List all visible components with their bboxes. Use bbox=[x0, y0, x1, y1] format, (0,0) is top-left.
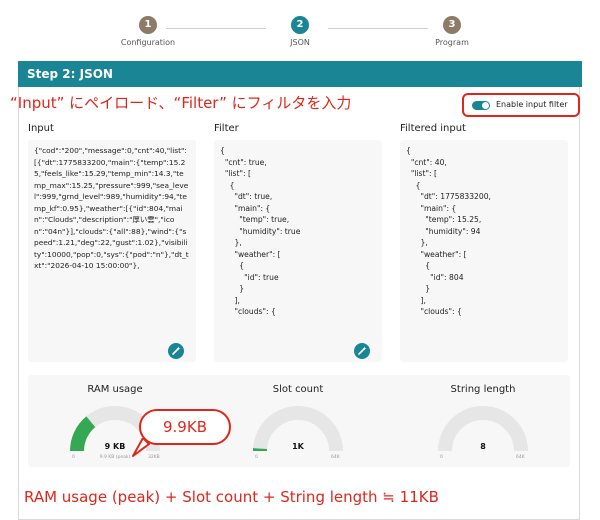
magic-wand-icon[interactable] bbox=[168, 343, 184, 359]
gauge-value: 1K bbox=[292, 442, 304, 451]
gauge-title: String length bbox=[450, 384, 516, 395]
step-number: 3 bbox=[443, 16, 461, 34]
toggle-label: Enable input filter bbox=[496, 100, 568, 109]
magic-wand-icon[interactable] bbox=[354, 343, 370, 359]
step-number: 2 bbox=[291, 16, 309, 34]
annotation-bottom: RAM usage (peak) + Slot count + String l… bbox=[24, 488, 439, 506]
filtered-input-viewer: { "cnt": 40, "list": [ { "dt": 177583320… bbox=[400, 140, 568, 362]
card-title: Step 2: JSON bbox=[18, 61, 582, 87]
gauge-title: RAM usage bbox=[87, 384, 143, 395]
step-label: JSON bbox=[290, 38, 310, 47]
annotation-top: “Input” にペイロード、“Filter” にフィルタを入力 bbox=[10, 94, 352, 112]
step-number: 1 bbox=[139, 16, 157, 34]
step-configuration[interactable]: 1 Configuration bbox=[93, 16, 203, 47]
input-editor[interactable]: {"cod":"200","message":0,"cnt":40,"list"… bbox=[28, 140, 196, 362]
page: 1 Configuration 2 JSON 3 Program Step 2:… bbox=[0, 0, 600, 520]
gauge-min: 0 bbox=[255, 455, 258, 460]
toggle-knob bbox=[482, 102, 489, 109]
filtered-input-title: Filtered input bbox=[400, 123, 466, 134]
gauge-string-length: String length 8 0 64K bbox=[408, 375, 558, 467]
filter-editor[interactable]: { "cnt": true, "list": [ { "dt": true, "… bbox=[214, 140, 382, 362]
gauge-max: 64K bbox=[516, 455, 525, 460]
usage-gauges: RAM usage 9 KB 9.9 KB (peak) 0 32KB Slot… bbox=[28, 375, 570, 467]
gauge-title: Slot count bbox=[272, 384, 324, 395]
input-title: Input bbox=[28, 123, 54, 134]
step-json[interactable]: 2 JSON bbox=[245, 16, 355, 47]
input-filter-toggle-highlight: Enable input filter bbox=[462, 93, 580, 117]
step-program[interactable]: 3 Program bbox=[397, 16, 507, 47]
step-label: Configuration bbox=[120, 38, 176, 47]
gauge-slot-count: Slot count 1K 0 64K bbox=[223, 375, 373, 467]
stepper: 1 Configuration 2 JSON 3 Program bbox=[0, 16, 600, 56]
gauge-min: 0 bbox=[440, 455, 443, 460]
gauge-subtext: 9.9 KB (peak) bbox=[99, 455, 131, 460]
gauge-max: 64K bbox=[331, 455, 340, 460]
gauge-min: 0 bbox=[72, 455, 75, 460]
filter-title: Filter bbox=[214, 123, 239, 134]
ram-peak-callout: 9.9KB bbox=[139, 409, 231, 445]
input-filter-toggle[interactable] bbox=[472, 101, 490, 110]
step-label: Program bbox=[435, 38, 469, 47]
gauge-value: 8 bbox=[480, 442, 486, 451]
